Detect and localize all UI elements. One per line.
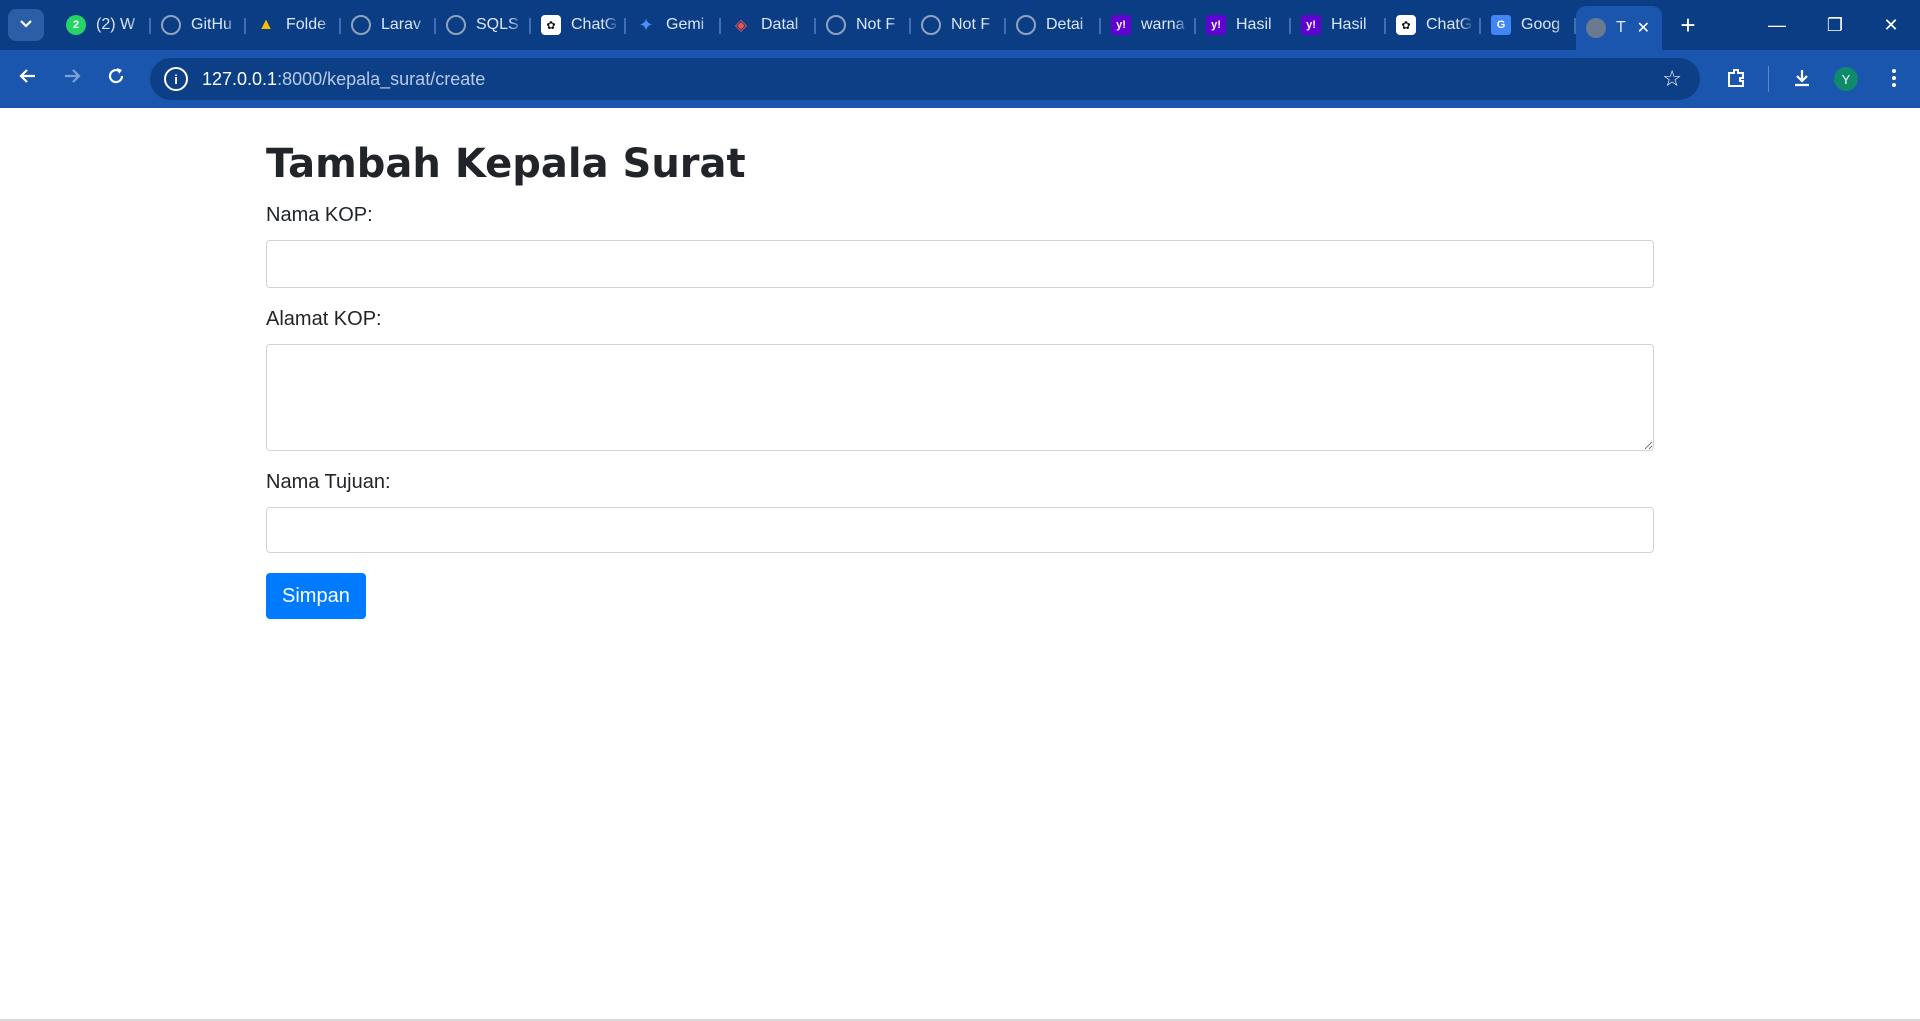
gemini-icon: ✦ [636,15,656,35]
url-path: :8000/kepala_surat/create [277,68,486,89]
tab[interactable]: SQLS [436,8,531,42]
yahoo-icon: y! [1301,15,1321,35]
tab[interactable]: ✿ ChatG [531,8,626,42]
chatgpt-icon: ✿ [541,15,561,35]
nama-tujuan-label: Nama Tujuan: [266,471,391,493]
tab[interactable]: y! Hasil [1196,8,1291,42]
form-group-nama-tujuan: Nama Tujuan: [266,471,1654,553]
arrow-right-icon [62,66,82,92]
google-drive-icon: ▲ [258,16,274,33]
form-group-alamat-kop: Alamat KOP: [266,308,1654,451]
site-info-icon[interactable]: i [164,67,188,91]
toolbar-separator [1768,66,1769,92]
tab-label: T [1616,19,1626,36]
github-icon [351,15,371,35]
globe-icon [446,15,466,35]
form-container: Tambah Kepala Surat Nama KOP: Alamat KOP… [266,108,1654,619]
whatsapp-icon: 2 [66,15,86,35]
tab-label: Hasil [1331,16,1367,33]
tab-label: Datal [761,16,799,33]
page-title: Tambah Kepala Surat [266,141,746,187]
tab[interactable]: Larav [341,8,436,42]
restore-button[interactable]: ❐ [1806,0,1864,50]
nama-kop-input[interactable] [266,240,1654,288]
tab[interactable]: ▲ Folde [246,8,341,42]
reload-button[interactable] [94,57,138,101]
page-content: Tambah Kepala Surat Nama KOP: Alamat KOP… [0,108,1920,1021]
tab-label: GitHu [191,16,232,33]
tab-label: Gemi [666,16,705,33]
tab[interactable]: y! Hasil [1291,8,1386,42]
tab[interactable]: 2 (2) W [56,8,151,42]
tab-label: Hasil [1236,16,1272,33]
tab[interactable]: Not F [816,8,911,42]
chevron-down-icon [19,16,33,34]
tab-list: 2 (2) W GitHu ▲ Folde Larav SQLS ✿ ChatG ✦ Gemi ◈ Da… [56,0,1576,50]
tab-label: Not F [951,16,991,33]
nama-kop-label: Nama KOP: [266,204,373,226]
tab-label: (2) W [96,16,136,33]
tab[interactable]: ✦ Gemi [626,8,721,42]
simpan-button[interactable]: Simpan [266,573,366,619]
globe-icon [1586,18,1606,38]
tab-label: SQLS [476,16,519,33]
tab-strip: 2 (2) W GitHu ▲ Folde Larav SQLS ✿ ChatG ✦ Gemi ◈ Da… [0,0,1920,50]
tab[interactable]: Not F [911,8,1006,42]
globe-icon [1016,15,1036,35]
back-button[interactable] [6,57,50,101]
bookmark-star-icon[interactable]: ☆ [1662,66,1682,92]
tab[interactable]: ✿ ChatG [1386,8,1481,42]
browser-toolbar: i 127.0.0.1:8000/kepala_surat/create ☆ [0,50,1920,108]
tab-label: Detai [1046,16,1084,33]
tab-label: Folde [286,16,327,33]
more-menu-icon[interactable] [1874,58,1914,98]
google-translate-icon: G [1491,15,1511,35]
download-icon[interactable] [1782,58,1822,98]
tab-label: ChatG [1426,16,1473,33]
yahoo-icon: y! [1111,15,1131,35]
reload-icon [106,66,126,92]
nama-tujuan-input[interactable] [266,507,1654,553]
tab-label: warna [1141,16,1185,33]
globe-icon [826,15,846,35]
alamat-kop-label: Alamat KOP: [266,308,382,330]
extensions-icon[interactable] [1716,58,1756,98]
new-tab-button[interactable]: + [1668,9,1708,41]
tab[interactable]: G Goog [1481,8,1576,42]
minimize-button[interactable]: — [1748,0,1806,50]
address-bar[interactable]: i 127.0.0.1:8000/kepala_surat/create ☆ [150,58,1700,100]
tab-active[interactable]: T ✕ [1576,6,1662,50]
tab[interactable]: y! warna [1101,8,1196,42]
tab-label: Larav [381,16,422,33]
profile-avatar[interactable]: Y [1834,67,1858,91]
tab-label: Goog [1521,16,1561,33]
arrow-left-icon [18,66,38,92]
alamat-kop-textarea[interactable] [266,344,1654,451]
chatgpt-icon: ✿ [1396,15,1416,35]
tab-search-button[interactable] [8,9,44,41]
form-group-nama-kop: Nama KOP: [266,204,1654,288]
globe-icon [921,15,941,35]
tab-label: ChatG [571,16,618,33]
tab-label: Not F [856,16,896,33]
tab[interactable]: GitHu [151,8,246,42]
yahoo-icon: y! [1206,15,1226,35]
github-icon [161,15,181,35]
forward-button[interactable] [50,57,94,101]
url-host: 127.0.0.1 [202,68,278,89]
tab[interactable]: ◈ Datal [721,8,816,42]
laravel-icon: ◈ [731,15,751,35]
tab[interactable]: Detai [1006,8,1101,42]
close-tab-icon[interactable]: ✕ [1637,18,1650,38]
close-window-button[interactable]: ✕ [1862,0,1920,50]
